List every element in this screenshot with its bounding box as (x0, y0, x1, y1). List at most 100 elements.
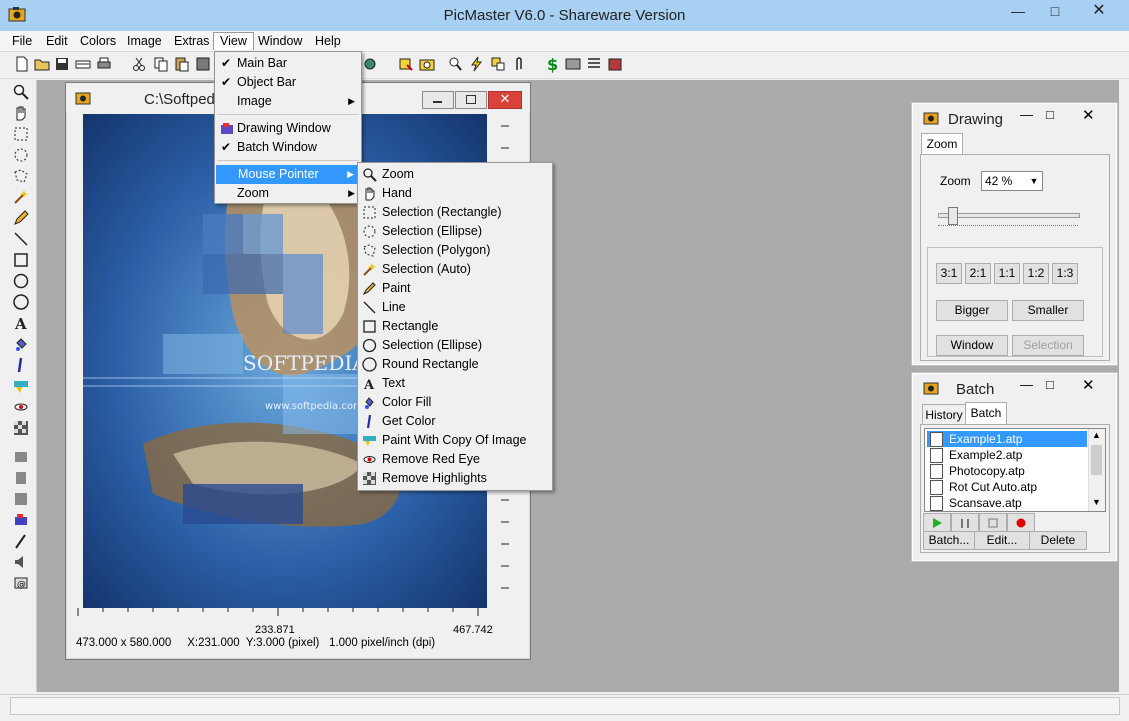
delete-button[interactable]: Delete (1029, 531, 1087, 550)
magic-wand-icon[interactable] (12, 188, 30, 206)
drawing-minimize-button[interactable]: — (1020, 107, 1033, 122)
paste-special-icon[interactable] (194, 55, 212, 73)
menu-view[interactable]: View (213, 32, 254, 50)
magnifier-icon[interactable] (12, 83, 30, 101)
highlights-icon[interactable] (12, 419, 30, 437)
pointer-selection-polygon[interactable]: Selection (Polygon) (358, 241, 552, 260)
pointer-line[interactable]: Line (358, 298, 552, 317)
batch-minimize-button[interactable]: — (1020, 377, 1033, 392)
menu-help[interactable]: Help (309, 33, 347, 50)
image-window-icon[interactable] (75, 91, 91, 105)
camera-icon[interactable] (418, 55, 436, 73)
ellipse-icon[interactable] (12, 272, 30, 290)
red-eye-icon[interactable] (12, 398, 30, 416)
view-menu-object-bar[interactable]: ✔ Object Bar (215, 73, 361, 92)
menu-extras[interactable]: Extras (168, 33, 215, 50)
lightning-icon[interactable] (468, 55, 486, 73)
zoom-1-3-button[interactable]: 1:3 (1052, 263, 1078, 284)
pointer-zoom[interactable]: Zoom (358, 165, 552, 184)
maximize-button[interactable]: □ (1040, 0, 1070, 23)
smaller-button[interactable]: Smaller (1012, 300, 1084, 321)
menu-colors[interactable]: Colors (74, 33, 122, 50)
pointer-selection-auto[interactable]: Selection (Auto) (358, 260, 552, 279)
drawing-close-button[interactable]: ✕ (1082, 106, 1095, 124)
polygon-select-icon[interactable] (12, 167, 30, 185)
tool-c-icon[interactable] (12, 490, 30, 508)
paste-icon[interactable] (173, 55, 191, 73)
menu-file[interactable]: File (6, 33, 38, 50)
pointer-color-fill[interactable]: Color Fill (358, 393, 552, 412)
tool-b-icon[interactable] (12, 469, 30, 487)
zoom-1-2-button[interactable]: 1:2 (1023, 263, 1049, 284)
record-button[interactable] (1007, 513, 1035, 532)
chevron-down-icon[interactable]: ▼ (1092, 497, 1101, 507)
view-menu-drawing-window[interactable]: Drawing Window (215, 119, 361, 138)
eyedropper-icon[interactable] (12, 356, 30, 374)
dropper-tool-icon[interactable] (12, 532, 30, 550)
pointer-get-color[interactable]: Get Color (358, 412, 552, 431)
view-menu-mouse-pointer[interactable]: Mouse Pointer ▶ (216, 165, 360, 184)
menu-edit[interactable]: Edit (40, 33, 74, 50)
clone-brush-icon[interactable] (12, 377, 30, 395)
list-item[interactable]: Photocopy.atp (927, 463, 1087, 479)
speaker-icon[interactable] (12, 553, 30, 571)
text-icon[interactable]: A (12, 314, 30, 332)
pointer-text[interactable]: A Text (358, 374, 552, 393)
registration-icon[interactable] (564, 55, 582, 73)
print-icon[interactable] (95, 55, 113, 73)
view-menu-image[interactable]: Image ▶ (215, 92, 361, 111)
selection-button[interactable]: Selection (1012, 335, 1084, 356)
image-minimize-button[interactable] (422, 91, 454, 109)
edit-button[interactable]: Edit... (974, 531, 1030, 550)
pointer-paint-with-copy[interactable]: Paint With Copy Of Image (358, 431, 552, 450)
scan-icon[interactable] (74, 55, 92, 73)
new-file-icon[interactable] (13, 55, 31, 73)
about-book-icon[interactable] (606, 55, 624, 73)
batch-edit-dialog-button[interactable]: Batch... (923, 531, 975, 550)
view-menu-batch-window[interactable]: ✔ Batch Window (215, 138, 361, 157)
pointer-ellipse[interactable]: Selection (Ellipse) (358, 336, 552, 355)
pencil-icon[interactable] (12, 209, 30, 227)
fill-bucket-icon[interactable] (12, 335, 30, 353)
pointer-paint[interactable]: Paint (358, 279, 552, 298)
list-item[interactable]: Example2.atp (927, 447, 1087, 463)
rectangle-icon[interactable] (12, 251, 30, 269)
menu-window[interactable]: Window (252, 33, 308, 50)
zoom-3-1-button[interactable]: 3:1 (936, 263, 962, 284)
pause-button[interactable] (951, 513, 979, 532)
save-icon[interactable] (53, 55, 71, 73)
pointer-hand[interactable]: Hand (358, 184, 552, 203)
rect-select-icon[interactable] (12, 125, 30, 143)
tutorial-icon[interactable] (585, 55, 603, 73)
minimize-button[interactable]: — (1003, 0, 1033, 23)
chevron-down-icon[interactable]: ▼ (1026, 172, 1042, 190)
window-button[interactable]: Window (936, 335, 1008, 356)
zoom-slider-track[interactable] (938, 213, 1080, 218)
zoom-select[interactable]: 42 % ▼ (981, 171, 1043, 191)
pointer-rectangle[interactable]: Rectangle (358, 317, 552, 336)
list-item[interactable]: Scansave.atp (927, 495, 1087, 511)
copy-icon[interactable] (152, 55, 170, 73)
view-menu-zoom[interactable]: Zoom ▶ (215, 184, 361, 203)
pointer-selection-rectangle[interactable]: Selection (Rectangle) (358, 203, 552, 222)
pointer-remove-red-eye[interactable]: Remove Red Eye (358, 450, 552, 469)
scroll-thumb[interactable] (1091, 445, 1102, 475)
batch-maximize-button[interactable]: □ (1046, 377, 1054, 392)
round-rectangle-icon[interactable] (12, 293, 30, 311)
list-item[interactable]: Example1.atp (927, 431, 1087, 447)
open-folder-icon[interactable] (33, 55, 51, 73)
transform-icon[interactable] (397, 55, 415, 73)
list-scrollbar[interactable]: ▲ ▼ (1088, 429, 1105, 511)
zoom-slider-thumb[interactable] (948, 207, 958, 225)
close-button[interactable]: ✕ (1076, 0, 1122, 23)
paperclip-icon[interactable] (510, 55, 528, 73)
hand-icon[interactable] (12, 104, 30, 122)
zoom-tool-icon[interactable] (446, 55, 464, 73)
line-icon[interactable] (12, 230, 30, 248)
play-button[interactable] (923, 513, 951, 532)
menu-image[interactable]: Image (121, 33, 168, 50)
dollar-icon[interactable]: $ (543, 55, 561, 73)
tab-history[interactable]: History (922, 404, 966, 425)
ellipse-select-icon[interactable] (12, 146, 30, 164)
tab-zoom[interactable]: Zoom (921, 133, 963, 154)
